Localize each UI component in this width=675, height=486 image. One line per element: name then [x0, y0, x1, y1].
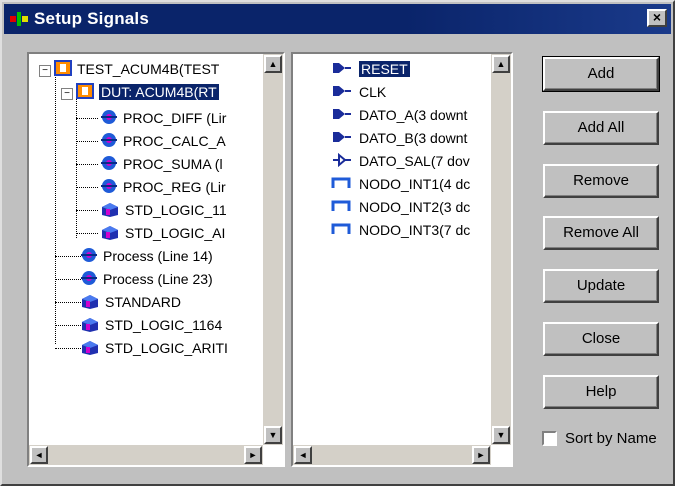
package-icon	[79, 292, 101, 315]
setup-signals-dialog: Setup Signals × − TEST_ACUM4B(TEST − DUT: A…	[0, 0, 675, 486]
tree-item-label: TEST_ACUM4B(TEST	[77, 61, 220, 78]
remove-all-button[interactable]: Remove All	[543, 216, 659, 250]
remove-button[interactable]: Remove	[543, 164, 659, 198]
scroll-up-button[interactable]: ▲	[492, 55, 510, 73]
tree-item-label: PROC_CALC_A	[123, 133, 226, 150]
signal-item-label: NODO_INT1(4 dc	[359, 176, 471, 192]
entity-icon	[75, 82, 95, 105]
tree-item[interactable]: PROC_DIFF (Lir	[99, 108, 226, 128]
tree-item[interactable]: − TEST_ACUM4B(TEST	[39, 59, 219, 79]
process-icon	[99, 154, 119, 177]
help-button[interactable]: Help	[543, 375, 659, 409]
signal-item-label: NODO_INT3(7 dc	[359, 222, 471, 238]
add-button[interactable]: Add	[542, 56, 660, 92]
input-port-icon	[331, 60, 353, 80]
signals-list-panel[interactable]: RESET CLK DATO_A(3 downt DATO_B(3 downt DATO…	[291, 52, 513, 467]
app-icon	[10, 12, 28, 26]
signal-item-label: CLK	[359, 84, 387, 100]
signal-item[interactable]: DATO_A(3 downt	[331, 105, 467, 125]
process-icon	[99, 177, 119, 200]
output-port-icon	[331, 152, 353, 172]
tree-item[interactable]: − DUT: ACUM4B(RT	[61, 82, 219, 102]
title-bar[interactable]: Setup Signals ×	[4, 4, 671, 34]
scroll-left-button[interactable]: ◄	[30, 446, 48, 464]
process-icon	[79, 269, 99, 292]
scroll-down-button[interactable]: ▼	[264, 426, 282, 444]
input-port-icon	[331, 83, 353, 103]
tree-item-label: Process (Line 23)	[103, 271, 213, 288]
collapse-toggle-icon[interactable]: −	[39, 64, 51, 77]
package-icon	[79, 315, 101, 338]
signal-item-label: DATO_SAL(7 dov	[359, 153, 470, 169]
tree-item-label: STD_LOGIC_ARITI	[105, 340, 228, 357]
scroll-down-button[interactable]: ▼	[492, 426, 510, 444]
tree-item-label: Process (Line 14)	[103, 248, 213, 265]
internal-signal-icon	[331, 221, 353, 241]
tree-item[interactable]: STANDARD	[79, 292, 181, 312]
scroll-up-button[interactable]: ▲	[264, 55, 282, 73]
tree-item[interactable]: PROC_SUMA (l	[99, 154, 223, 174]
tree-item-label: PROC_SUMA (l	[123, 156, 223, 173]
hierarchy-tree-panel[interactable]: − TEST_ACUM4B(TEST − DUT: ACUM4B(RT PROC_DIF…	[27, 52, 285, 467]
sort-by-name-checkbox[interactable]	[542, 431, 557, 446]
package-icon	[79, 338, 101, 361]
signal-item-label: DATO_A(3 downt	[359, 107, 468, 123]
input-port-icon	[331, 129, 353, 149]
package-icon	[99, 200, 121, 223]
close-window-button[interactable]: ×	[647, 9, 667, 27]
process-icon	[99, 131, 119, 154]
collapse-toggle-icon[interactable]: −	[61, 87, 73, 100]
signal-item[interactable]: NODO_INT3(7 dc	[331, 220, 470, 240]
signals-horizontal-scrollbar[interactable]: ◄ ►	[293, 445, 491, 465]
signals-vertical-scrollbar[interactable]: ▲ ▼	[491, 54, 511, 445]
tree-item-label: PROC_REG (Lir	[123, 179, 226, 196]
tree-item-label: DUT: ACUM4B(RT	[99, 84, 219, 101]
scroll-corner	[263, 445, 283, 465]
internal-signal-icon	[331, 175, 353, 195]
signals-list: RESET CLK DATO_A(3 downt DATO_B(3 downt DATO…	[293, 54, 491, 445]
signal-item[interactable]: DATO_SAL(7 dov	[331, 151, 470, 171]
sort-by-name-option[interactable]: Sort by Name	[542, 430, 657, 447]
internal-signal-icon	[331, 198, 353, 218]
tree-item[interactable]: Process (Line 14)	[79, 246, 213, 266]
signal-item[interactable]: NODO_INT2(3 dc	[331, 197, 470, 217]
signal-item[interactable]: NODO_INT1(4 dc	[331, 174, 470, 194]
tree-item-label: STD_LOGIC_AI	[125, 225, 226, 242]
hierarchy-tree: − TEST_ACUM4B(TEST − DUT: ACUM4B(RT PROC_DIF…	[29, 54, 263, 445]
add-all-button[interactable]: Add All	[543, 111, 659, 145]
tree-item-label: PROC_DIFF (Lir	[123, 110, 227, 127]
close-button[interactable]: Close	[543, 322, 659, 356]
tree-item[interactable]: Process (Line 23)	[79, 269, 213, 289]
window-title: Setup Signals	[34, 9, 150, 28]
signal-item-label: NODO_INT2(3 dc	[359, 199, 471, 215]
scroll-left-button[interactable]: ◄	[294, 446, 312, 464]
tree-item-label: STD_LOGIC_11	[125, 202, 227, 219]
signal-item[interactable]: DATO_B(3 downt	[331, 128, 467, 148]
tree-item-label: STD_LOGIC_1164	[105, 317, 223, 334]
process-icon	[79, 246, 99, 269]
process-icon	[99, 108, 119, 131]
package-icon	[99, 223, 121, 246]
tree-item-label: STANDARD	[105, 294, 181, 311]
input-port-icon	[331, 106, 353, 126]
signal-item[interactable]: RESET	[331, 59, 410, 79]
tree-horizontal-scrollbar[interactable]: ◄ ►	[29, 445, 263, 465]
scroll-right-button[interactable]: ►	[472, 446, 490, 464]
tree-vertical-scrollbar[interactable]: ▲ ▼	[263, 54, 283, 445]
scroll-corner	[491, 445, 511, 465]
tree-item[interactable]: STD_LOGIC_ARITI	[79, 338, 228, 358]
signal-item-label: RESET	[359, 61, 410, 77]
update-button[interactable]: Update	[543, 269, 659, 303]
scroll-right-button[interactable]: ►	[244, 446, 262, 464]
entity-icon	[53, 59, 73, 82]
tree-item[interactable]: STD_LOGIC_11	[99, 200, 227, 220]
signal-item-label: DATO_B(3 downt	[359, 130, 468, 146]
tree-item[interactable]: STD_LOGIC_AI	[99, 223, 225, 243]
tree-item[interactable]: PROC_CALC_A	[99, 131, 226, 151]
tree-item[interactable]: PROC_REG (Lir	[99, 177, 226, 197]
sort-by-name-label: Sort by Name	[565, 430, 657, 447]
tree-item[interactable]: STD_LOGIC_1164	[79, 315, 222, 335]
signal-item[interactable]: CLK	[331, 82, 386, 102]
